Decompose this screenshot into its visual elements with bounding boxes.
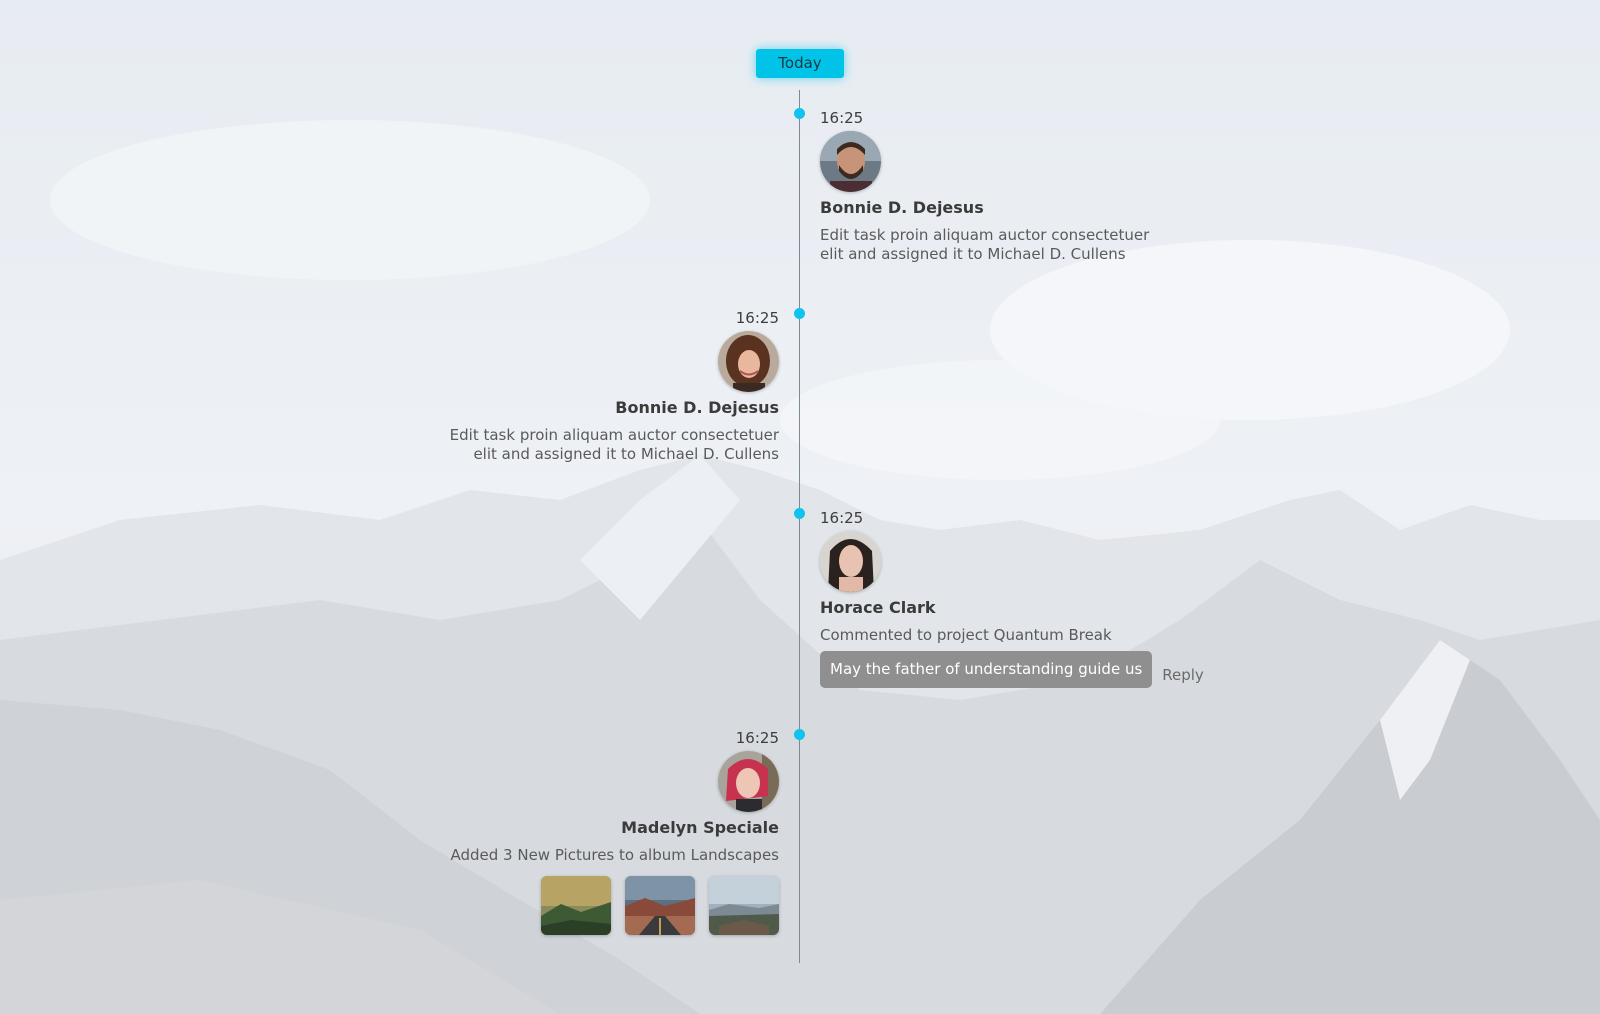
description-line: elit and assigned it to Michael D. Culle… [473,445,779,463]
entry-description: Edit task proin aliquam auctor consectet… [820,226,1149,264]
reply-link[interactable]: Reply [1162,666,1204,684]
description-line: elit and assigned it to Michael D. Culle… [820,245,1126,263]
entry-description: Edit task proin aliquam auctor consectet… [450,426,779,464]
avatar[interactable] [718,331,779,392]
entry-time: 16:25 [820,109,864,127]
mountain-background [0,0,1600,1014]
timeline-entry: 16:25 Madelyn Speciale Added 3 New Pictu… [450,728,779,935]
album-thumbnails [450,876,779,935]
description-line: Edit task proin aliquam auctor consectet… [820,226,1150,244]
entry-time: 16:25 [735,309,779,327]
timeline-dot [794,108,805,119]
entry-author-name[interactable]: Horace Clark [820,597,1204,619]
avatar[interactable] [820,531,881,592]
album-thumbnail[interactable] [709,876,779,935]
timeline-dot [794,508,805,519]
comment-row: May the father of understanding guide us… [820,651,1204,688]
entry-author-name[interactable]: Bonnie D. Dejesus [820,197,1149,219]
album-thumbnail[interactable] [541,876,611,935]
timeline-entry: 16:25 Horace Clark Commented to project … [820,508,1204,688]
timeline-dot [794,729,805,740]
timeline-line [799,90,800,963]
avatar[interactable] [718,751,779,812]
description-line: Edit task proin aliquam auctor consectet… [449,426,779,444]
timeline-entry: 16:25 Bonnie D. Dejesus Edit task proin … [450,308,779,464]
timeline-entry: 16:25 Bonnie D. Dejesus Edit task proin … [820,108,1149,264]
entry-author-name[interactable]: Bonnie D. Dejesus [450,397,779,419]
entry-time: 16:25 [820,509,864,527]
avatar[interactable] [820,131,881,192]
entry-author-name[interactable]: Madelyn Speciale [450,817,779,839]
entry-time: 16:25 [735,729,779,747]
album-thumbnail[interactable] [625,876,695,935]
comment-bubble: May the father of understanding guide us [820,651,1153,688]
entry-description: Commented to project Quantum Break [820,626,1112,644]
timeline-dot [794,308,805,319]
today-badge: Today [756,49,844,78]
entry-description: Added 3 New Pictures to album Landscapes [450,846,779,864]
